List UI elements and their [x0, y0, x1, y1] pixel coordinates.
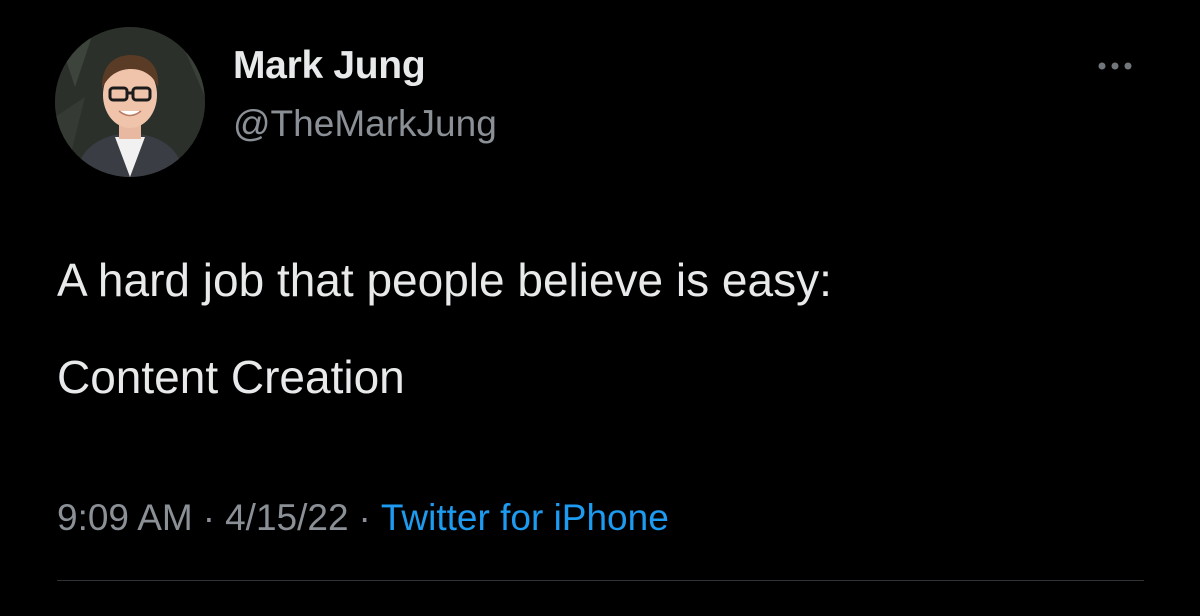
more-dots-icon [1098, 62, 1132, 70]
tweet-date[interactable]: 4/15/22 [225, 497, 348, 538]
profile-photo-icon [55, 27, 205, 177]
author-display-name[interactable]: Mark Jung [233, 44, 426, 88]
more-options-button[interactable] [1092, 56, 1148, 76]
meta-separator: · [202, 497, 216, 538]
meta-separator: · [358, 497, 371, 538]
tweet-text-line-1: A hard job that people believe is easy: [57, 254, 832, 306]
author-handle[interactable]: @TheMarkJung [233, 103, 497, 145]
tweet-text-line-2: Content Creation [57, 351, 405, 403]
avatar[interactable] [55, 27, 205, 177]
tweet-card: Mark Jung @TheMarkJung A hard job that p… [0, 0, 1200, 616]
tweet-source-link[interactable]: Twitter for iPhone [381, 497, 669, 538]
tweet-meta: 9:09 AM · 4/15/22 · Twitter for iPhone [57, 497, 669, 539]
tweet-time[interactable]: 9:09 AM [57, 497, 193, 538]
divider [57, 580, 1144, 581]
